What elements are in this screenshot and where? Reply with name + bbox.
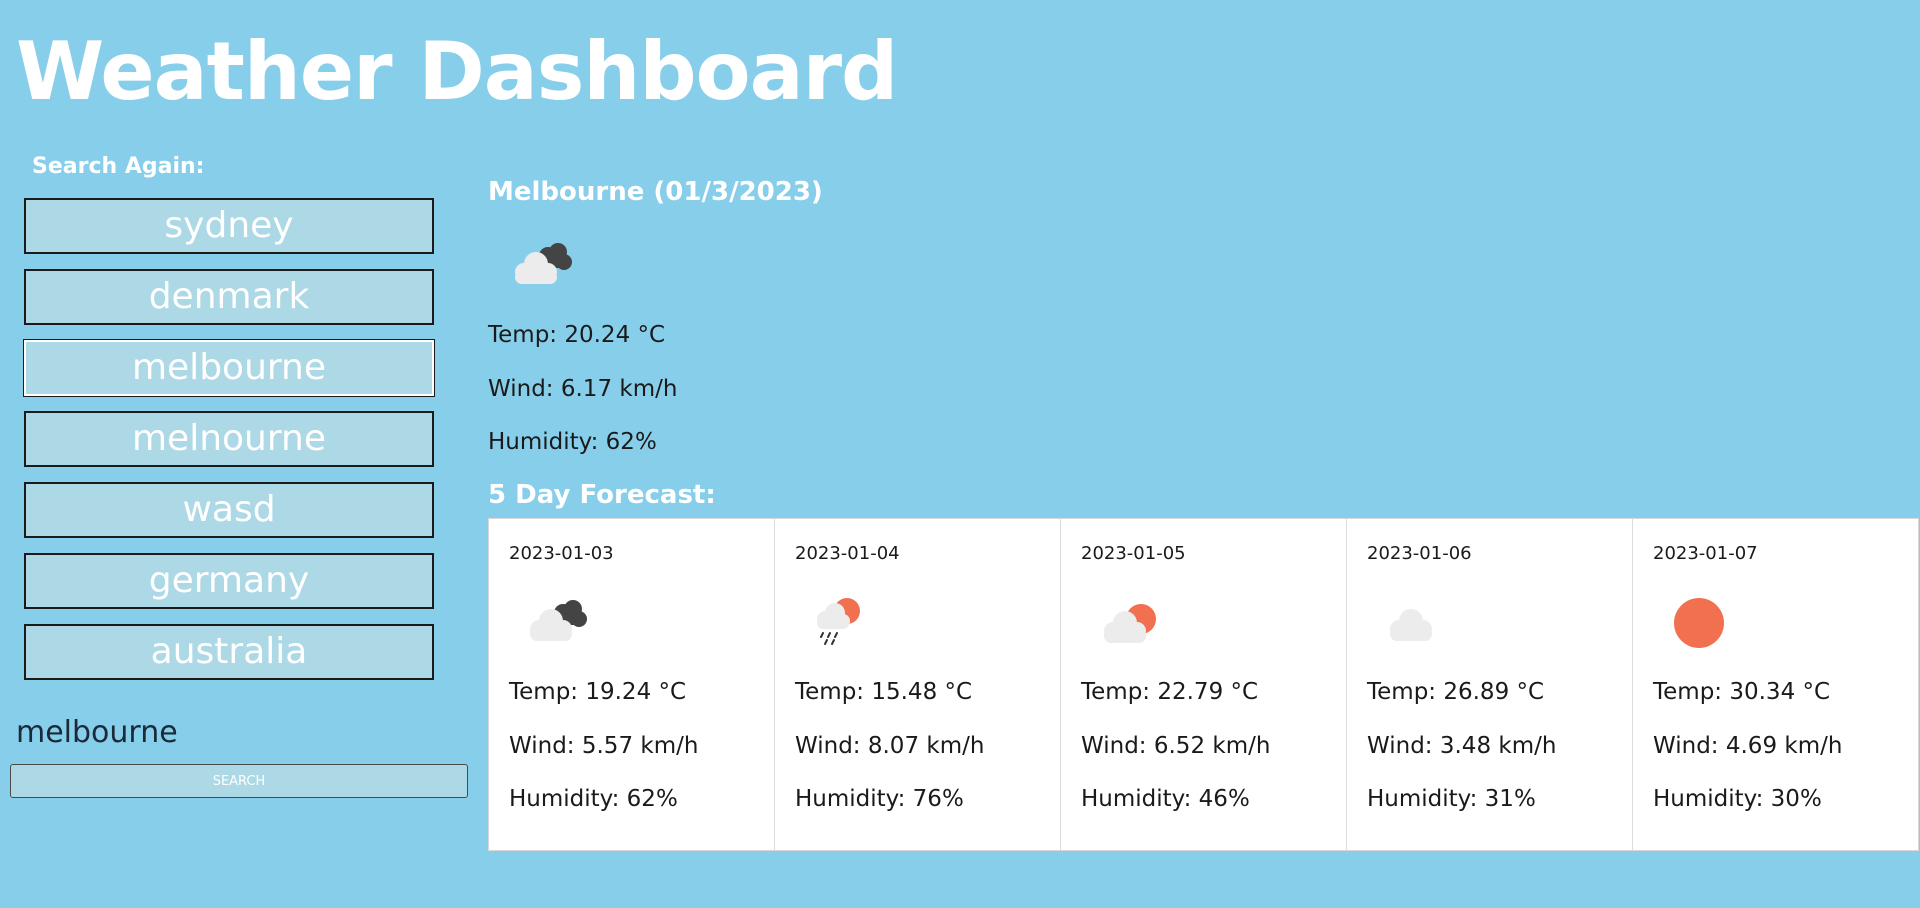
search-button[interactable]: SEARCH	[10, 764, 468, 798]
forecast-date: 2023-01-04	[795, 543, 900, 564]
forecast-humidity: Humidity: 46%	[1081, 786, 1250, 812]
forecast-wind: Wind: 3.48 km/h	[1367, 733, 1557, 759]
history-button-denmark[interactable]: denmark	[24, 269, 434, 325]
sun-icon	[1661, 589, 1741, 651]
forecast-wind: Wind: 5.57 km/h	[509, 733, 699, 759]
forecast-card: 2023-01-04 Temp: 15.48 °C Wind: 8.07 km/…	[775, 519, 1061, 850]
search-history-list: sydney denmark melbourne melnourne wasd …	[24, 198, 434, 695]
history-button-australia[interactable]: australia	[24, 624, 434, 680]
forecast-cards: 2023-01-03 Temp: 19.24 °C Wind: 5.57 km/…	[488, 518, 1919, 851]
forecast-card: 2023-01-05 Temp: 22.79 °C Wind: 6.52 km/…	[1061, 519, 1347, 850]
forecast-temp: Temp: 26.89 °C	[1367, 679, 1545, 705]
forecast-card: 2023-01-03 Temp: 19.24 °C Wind: 5.57 km/…	[489, 519, 775, 850]
history-button-wasd[interactable]: wasd	[24, 482, 434, 538]
cloudy-icon	[502, 234, 582, 294]
history-button-melnourne[interactable]: melnourne	[24, 411, 434, 467]
forecast-date: 2023-01-05	[1081, 543, 1186, 564]
forecast-humidity: Humidity: 30%	[1653, 786, 1822, 812]
forecast-card: 2023-01-06 Temp: 26.89 °C Wind: 3.48 km/…	[1347, 519, 1633, 850]
forecast-temp: Temp: 19.24 °C	[509, 679, 687, 705]
forecast-wind: Wind: 8.07 km/h	[795, 733, 985, 759]
forecast-date: 2023-01-07	[1653, 543, 1758, 564]
forecast-date: 2023-01-03	[509, 543, 614, 564]
rain-sun-icon	[803, 589, 883, 651]
current-temp: Temp: 20.24 °C	[488, 322, 666, 348]
forecast-temp: Temp: 30.34 °C	[1653, 679, 1831, 705]
forecast-wind: Wind: 6.52 km/h	[1081, 733, 1271, 759]
city-search-input[interactable]	[16, 712, 436, 752]
forecast-temp: Temp: 15.48 °C	[795, 679, 973, 705]
partly-sunny-icon	[1089, 589, 1169, 651]
forecast-humidity: Humidity: 76%	[795, 786, 964, 812]
history-button-melbourne[interactable]: melbourne	[24, 340, 434, 396]
forecast-temp: Temp: 22.79 °C	[1081, 679, 1259, 705]
current-city-title: Melbourne (01/3/2023)	[488, 177, 823, 207]
forecast-title: 5 Day Forecast:	[488, 480, 716, 510]
forecast-humidity: Humidity: 62%	[509, 786, 678, 812]
cloud-icon	[1375, 589, 1455, 651]
history-button-sydney[interactable]: sydney	[24, 198, 434, 254]
forecast-card: 2023-01-07 Temp: 30.34 °C Wind: 4.69 km/…	[1633, 519, 1918, 850]
page-title: Weather Dashboard	[16, 25, 898, 118]
forecast-humidity: Humidity: 31%	[1367, 786, 1536, 812]
current-weather: Melbourne (01/3/2023) Temp: 20.24 °C Win…	[488, 174, 1908, 455]
cloudy-icon	[517, 589, 597, 651]
search-again-label: Search Again:	[32, 154, 205, 179]
forecast-wind: Wind: 4.69 km/h	[1653, 733, 1843, 759]
current-humidity: Humidity: 62%	[488, 429, 657, 455]
weather-dashboard-page: Weather Dashboard Search Again: sydney d…	[0, 0, 1920, 908]
history-button-germany[interactable]: germany	[24, 553, 434, 609]
current-wind: Wind: 6.17 km/h	[488, 376, 678, 402]
forecast-date: 2023-01-06	[1367, 543, 1472, 564]
